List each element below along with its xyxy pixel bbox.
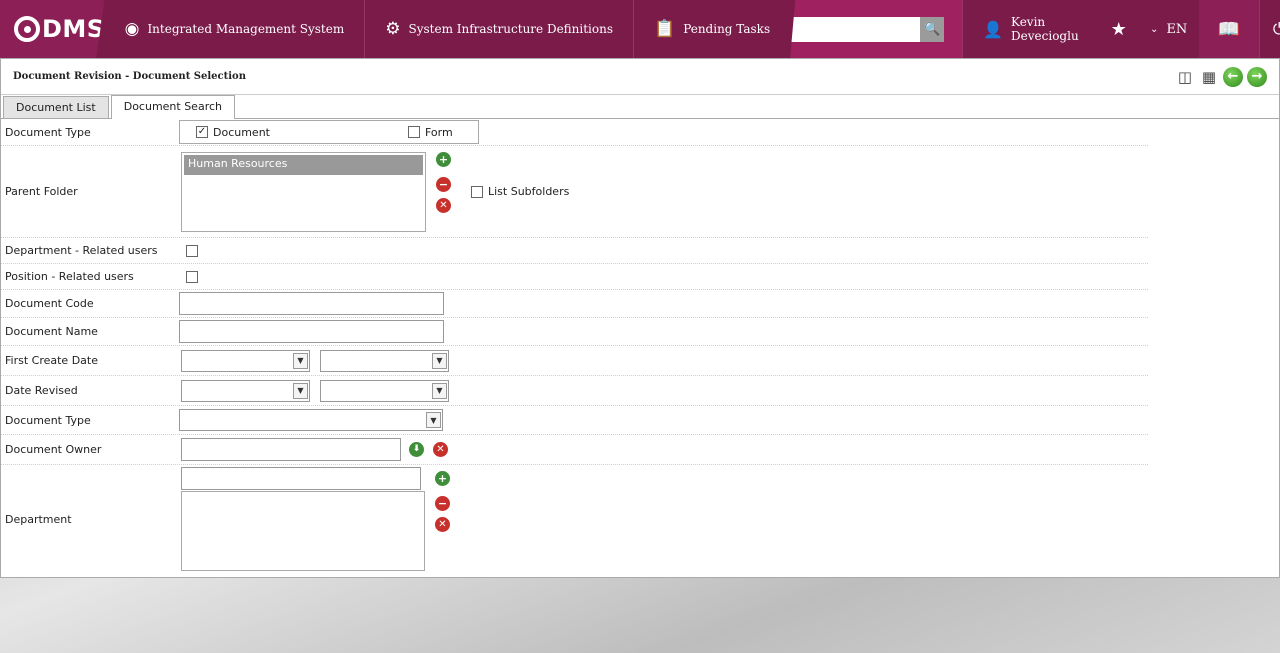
date-revised-to[interactable]: ▼ [320,379,449,402]
app-logo[interactable]: DMS [0,0,105,58]
clear-departments-icon[interactable]: ✕ [435,517,450,532]
department-input[interactable] [181,467,421,490]
user-icon: 👤 [983,19,1004,39]
document-code-input[interactable] [179,292,444,315]
date-revised-from[interactable]: ▼ [181,379,310,402]
document-type-select-label: Document Type [5,413,91,427]
list-subfolders-checkbox[interactable] [471,185,483,198]
user-menu[interactable]: 👤 Kevin Devecioglu [962,0,1099,58]
department-related-users-checkbox[interactable] [186,244,198,257]
logo-q-icon [14,16,40,42]
help-book-icon[interactable]: 📖 [1198,0,1259,58]
global-search-input[interactable] [790,16,921,42]
document-option[interactable]: ✓ Document [196,126,408,139]
nav-integrated-management-system[interactable]: ◉ Integrated Management System [105,0,366,58]
position-related-users-checkbox[interactable] [186,270,198,283]
document-name-input[interactable] [179,320,444,343]
department-related-users-label: Department - Related users [5,244,158,257]
chevron-down-icon: ▼ [432,382,447,399]
remove-department-icon[interactable]: − [435,496,450,511]
date-revised-label: Date Revised [5,384,78,397]
nav-pending-tasks[interactable]: 📋 Pending Tasks [634,0,790,58]
first-create-date-to[interactable]: ▼ [320,349,449,372]
tab-document-search[interactable]: Document Search [110,95,235,119]
document-owner-input[interactable] [181,438,401,461]
list-subfolders-option[interactable]: List Subfolders [471,185,569,198]
select-owner-icon[interactable]: ⬇ [409,442,424,457]
list-item[interactable]: Human Resources [184,154,423,175]
search-area: 🔍 [790,0,963,58]
power-logout-icon[interactable]: ⏻ [1258,0,1280,58]
document-type-options: ✓ Document Form [179,120,479,144]
gear-icon: ⚙ [385,19,401,39]
document-checkbox[interactable]: ✓ [196,126,208,138]
department-listbox[interactable] [181,491,425,571]
position-related-users-label: Position - Related users [5,270,134,283]
back-arrow-icon[interactable]: ← [1223,66,1243,87]
document-selection-panel: Document Revision - Document Selection ◫… [0,58,1280,578]
nav-system-infrastructure-definitions[interactable]: ⚙ System Infrastructure Definitions [365,0,635,58]
chevron-down-icon: ▼ [293,352,308,369]
clear-folders-icon[interactable]: ✕ [436,198,451,213]
parent-folder-listbox[interactable]: Human Resources [181,151,426,232]
tab-bar: Document List Document Search [1,95,1279,119]
search-form: Document Type ✓ Document Form Parent Fol… [1,119,1148,573]
binoculars-search-icon[interactable]: ◫ [1175,67,1195,87]
top-navigation-bar: DMS ◉ Integrated Management System ⚙ Sys… [0,0,1280,58]
forward-arrow-icon[interactable]: → [1247,66,1267,87]
parent-folder-label: Parent Folder [5,185,78,198]
department-label: Department [5,512,72,526]
page-title: Document Revision - Document Selection [13,71,246,82]
first-create-date-from[interactable]: ▼ [181,349,310,372]
document-type-label: Document Type [5,125,91,139]
document-owner-label: Document Owner [5,443,102,456]
q-logo-icon: ◉ [124,19,140,39]
first-create-date-label: First Create Date [5,354,98,367]
chevron-down-icon: ▼ [426,412,441,428]
clipboard-icon: 📋 [654,19,676,39]
add-department-icon[interactable]: + [435,471,450,486]
chevron-down-icon: ▼ [432,352,447,369]
add-folder-icon[interactable]: + [436,152,451,167]
form-option[interactable]: Form [408,126,453,139]
chevron-down-icon: ⌄ [1150,23,1159,35]
remove-folder-icon[interactable]: − [436,177,451,192]
document-type-select[interactable]: ▼ [179,409,443,431]
favorites-star-icon[interactable]: ★ [1099,0,1139,58]
document-code-label: Document Code [5,297,94,310]
excel-export-icon[interactable]: ▦ [1199,67,1219,87]
form-checkbox[interactable] [408,126,420,138]
language-selector[interactable]: ⌄ EN [1139,0,1199,58]
clear-owner-icon[interactable]: ✕ [433,442,448,457]
document-name-label: Document Name [5,325,98,338]
search-icon[interactable]: 🔍 [920,16,945,42]
tab-document-list[interactable]: Document List [3,96,109,118]
chevron-down-icon: ▼ [293,382,308,399]
